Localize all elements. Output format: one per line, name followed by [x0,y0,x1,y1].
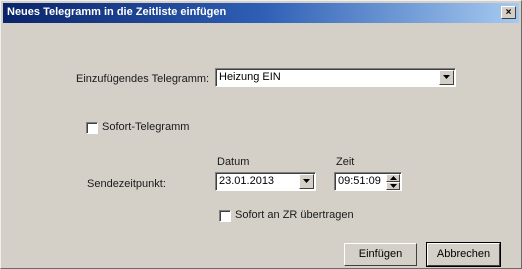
chevron-up-icon [390,176,397,180]
sofort-telegramm-checkbox[interactable] [86,122,98,134]
zeit-label: Zeit [336,156,355,168]
chevron-down-icon [390,184,397,188]
cancel-button[interactable]: Abbrechen [426,242,501,267]
window-title: Neues Telegramm in die Zeitliste einfüge… [7,6,227,18]
zeit-spinner [386,174,400,190]
telegram-dropdown[interactable]: Heizung EIN [215,68,456,87]
sendezeitpunkt-label: Sendezeitpunkt: [87,178,166,190]
telegram-value: Heizung EIN [219,71,281,83]
chevron-down-icon [303,179,310,183]
telegram-dropdown-button[interactable] [439,70,454,85]
telegram-label: Einzufügendes Telegramm: [76,73,210,85]
sofort-zr-checkbox[interactable] [219,210,231,222]
datum-label: Datum [217,156,250,168]
chevron-down-icon [443,75,450,79]
datum-value: 23.01.2013 [219,175,275,187]
datum-picker[interactable]: 23.01.2013 [215,172,316,191]
close-icon: × [505,7,512,18]
zeit-spin-down-button[interactable] [386,182,400,190]
close-button[interactable]: × [501,6,516,19]
insert-button[interactable]: Einfügen [344,243,417,266]
zeit-value: 09:51:09 [338,175,381,187]
dialog-window: Neues Telegramm in die Zeitliste einfüge… [0,0,522,269]
zeit-input[interactable]: 09:51:09 [334,172,402,191]
sofort-telegramm-label: Sofort-Telegramm [102,121,190,133]
datum-dropdown-button[interactable] [299,174,314,189]
sofort-zr-label: Sofort an ZR übertragen [235,209,354,221]
title-bar[interactable]: Neues Telegramm in die Zeitliste einfüge… [3,3,519,23]
zeit-spin-up-button[interactable] [386,174,400,182]
